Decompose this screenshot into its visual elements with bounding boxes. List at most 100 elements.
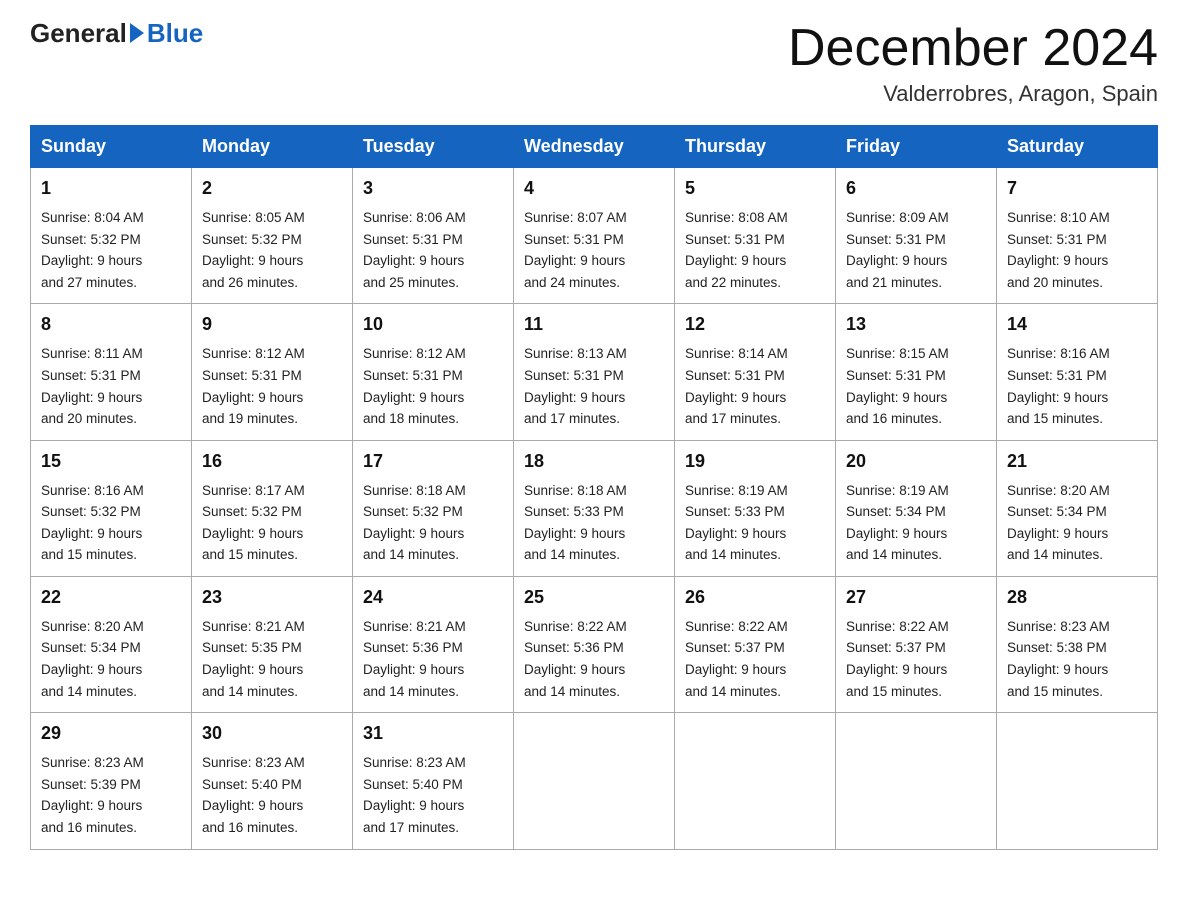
- day-number: 24: [363, 584, 503, 612]
- day-info: Sunrise: 8:23 AMSunset: 5:38 PMDaylight:…: [1007, 616, 1147, 702]
- day-of-week-header: Friday: [836, 126, 997, 168]
- day-cell: 13Sunrise: 8:15 AMSunset: 5:31 PMDayligh…: [836, 304, 997, 440]
- empty-cell: [997, 713, 1158, 849]
- logo: General Blue: [30, 20, 203, 46]
- day-cell: 17 Sunrise: 8:18 AMSunset: 5:32 PMDayligh…: [353, 440, 514, 576]
- day-info: Sunrise: 8:18 AMSunset: 5:32 PMDaylight:…: [363, 480, 503, 566]
- day-cell: 27 Sunrise: 8:22 AMSunset: 5:37 PMDayligh…: [836, 576, 997, 712]
- day-info: Sunrise: 8:23 AMSunset: 5:40 PMDaylight:…: [202, 752, 342, 838]
- day-cell: 11 Sunrise: 8:13 AMSunset: 5:31 PMDayligh…: [514, 304, 675, 440]
- day-info: Sunrise: 8:21 AMSunset: 5:35 PMDaylight:…: [202, 616, 342, 702]
- day-cell: 23 Sunrise: 8:21 AMSunset: 5:35 PMDayligh…: [192, 576, 353, 712]
- day-of-week-header: Monday: [192, 126, 353, 168]
- day-cell: 21 Sunrise: 8:20 AMSunset: 5:34 PMDayligh…: [997, 440, 1158, 576]
- day-number: 8: [41, 311, 181, 339]
- location-subtitle: Valderrobres, Aragon, Spain: [788, 81, 1158, 107]
- day-info: Sunrise: 8:06 AMSunset: 5:31 PMDaylight:…: [363, 207, 503, 293]
- day-number: 22: [41, 584, 181, 612]
- day-cell: 3 Sunrise: 8:06 AMSunset: 5:31 PMDaylight…: [353, 168, 514, 304]
- empty-cell: [514, 713, 675, 849]
- day-info: Sunrise: 8:11 AMSunset: 5:31 PMDaylight:…: [41, 343, 181, 429]
- day-cell: 20 Sunrise: 8:19 AMSunset: 5:34 PMDayligh…: [836, 440, 997, 576]
- logo-triangle-icon: [130, 23, 144, 43]
- day-number: 14: [1007, 311, 1147, 339]
- day-cell: 10 Sunrise: 8:12 AMSunset: 5:31 PMDayligh…: [353, 304, 514, 440]
- day-info: Sunrise: 8:08 AMSunset: 5:31 PMDaylight:…: [685, 207, 825, 293]
- day-cell: 29 Sunrise: 8:23 AMSunset: 5:39 PMDayligh…: [31, 713, 192, 849]
- day-info: Sunrise: 8:18 AMSunset: 5:33 PMDaylight:…: [524, 480, 664, 566]
- day-number: 2: [202, 175, 342, 203]
- day-number: 12: [685, 311, 825, 339]
- day-cell: 16Sunrise: 8:17 AMSunset: 5:32 PMDayligh…: [192, 440, 353, 576]
- day-number: 28: [1007, 584, 1147, 612]
- day-number: 11: [524, 311, 664, 339]
- day-cell: 24 Sunrise: 8:21 AMSunset: 5:36 PMDayligh…: [353, 576, 514, 712]
- week-row: 8 Sunrise: 8:11 AMSunset: 5:31 PMDaylight…: [31, 304, 1158, 440]
- day-number: 10: [363, 311, 503, 339]
- week-row: 1 Sunrise: 8:04 AMSunset: 5:32 PMDaylight…: [31, 168, 1158, 304]
- day-cell: 28 Sunrise: 8:23 AMSunset: 5:38 PMDayligh…: [997, 576, 1158, 712]
- empty-cell: [836, 713, 997, 849]
- day-cell: 30 Sunrise: 8:23 AMSunset: 5:40 PMDayligh…: [192, 713, 353, 849]
- day-cell: 22 Sunrise: 8:20 AMSunset: 5:34 PMDayligh…: [31, 576, 192, 712]
- day-info: Sunrise: 8:05 AMSunset: 5:32 PMDaylight:…: [202, 207, 342, 293]
- logo-general-text: General: [30, 20, 127, 46]
- day-cell: 18 Sunrise: 8:18 AMSunset: 5:33 PMDayligh…: [514, 440, 675, 576]
- day-number: 27: [846, 584, 986, 612]
- day-info: Sunrise: 8:23 AMSunset: 5:39 PMDaylight:…: [41, 752, 181, 838]
- day-info: Sunrise: 8:22 AMSunset: 5:37 PMDaylight:…: [685, 616, 825, 702]
- day-number: 6: [846, 175, 986, 203]
- day-number: 13: [846, 311, 986, 339]
- day-info: Sunrise: 8:19 AMSunset: 5:33 PMDaylight:…: [685, 480, 825, 566]
- day-info: Sunrise: 8:20 AMSunset: 5:34 PMDaylight:…: [1007, 480, 1147, 566]
- day-cell: 2 Sunrise: 8:05 AMSunset: 5:32 PMDaylight…: [192, 168, 353, 304]
- day-cell: 8 Sunrise: 8:11 AMSunset: 5:31 PMDaylight…: [31, 304, 192, 440]
- day-info: Sunrise: 8:10 AMSunset: 5:31 PMDaylight:…: [1007, 207, 1147, 293]
- day-number: 31: [363, 720, 503, 748]
- day-info: Sunrise: 8:04 AMSunset: 5:32 PMDaylight:…: [41, 207, 181, 293]
- day-info: Sunrise: 8:21 AMSunset: 5:36 PMDaylight:…: [363, 616, 503, 702]
- day-cell: 25Sunrise: 8:22 AMSunset: 5:36 PMDayligh…: [514, 576, 675, 712]
- day-number: 20: [846, 448, 986, 476]
- week-row: 22 Sunrise: 8:20 AMSunset: 5:34 PMDayligh…: [31, 576, 1158, 712]
- calendar-table: SundayMondayTuesdayWednesdayThursdayFrid…: [30, 125, 1158, 849]
- day-number: 21: [1007, 448, 1147, 476]
- day-cell: 15 Sunrise: 8:16 AMSunset: 5:32 PMDayligh…: [31, 440, 192, 576]
- day-of-week-header: Sunday: [31, 126, 192, 168]
- day-number: 18: [524, 448, 664, 476]
- day-cell: 26 Sunrise: 8:22 AMSunset: 5:37 PMDayligh…: [675, 576, 836, 712]
- day-number: 23: [202, 584, 342, 612]
- day-number: 25: [524, 584, 664, 612]
- day-info: Sunrise: 8:20 AMSunset: 5:34 PMDaylight:…: [41, 616, 181, 702]
- day-cell: 12 Sunrise: 8:14 AMSunset: 5:31 PMDayligh…: [675, 304, 836, 440]
- day-number: 26: [685, 584, 825, 612]
- day-info: Sunrise: 8:13 AMSunset: 5:31 PMDaylight:…: [524, 343, 664, 429]
- day-info: Sunrise: 8:16 AMSunset: 5:32 PMDaylight:…: [41, 480, 181, 566]
- week-row: 29 Sunrise: 8:23 AMSunset: 5:39 PMDayligh…: [31, 713, 1158, 849]
- day-info: Sunrise: 8:14 AMSunset: 5:31 PMDaylight:…: [685, 343, 825, 429]
- day-cell: 9Sunrise: 8:12 AMSunset: 5:31 PMDaylight…: [192, 304, 353, 440]
- day-cell: 4Sunrise: 8:07 AMSunset: 5:31 PMDaylight…: [514, 168, 675, 304]
- day-cell: 19 Sunrise: 8:19 AMSunset: 5:33 PMDayligh…: [675, 440, 836, 576]
- calendar-body: 1 Sunrise: 8:04 AMSunset: 5:32 PMDaylight…: [31, 168, 1158, 849]
- day-number: 5: [685, 175, 825, 203]
- day-info: Sunrise: 8:22 AMSunset: 5:37 PMDaylight:…: [846, 616, 986, 702]
- day-info: Sunrise: 8:19 AMSunset: 5:34 PMDaylight:…: [846, 480, 986, 566]
- days-of-week-row: SundayMondayTuesdayWednesdayThursdayFrid…: [31, 126, 1158, 168]
- day-number: 30: [202, 720, 342, 748]
- calendar-header: SundayMondayTuesdayWednesdayThursdayFrid…: [31, 126, 1158, 168]
- day-cell: 6Sunrise: 8:09 AMSunset: 5:31 PMDaylight…: [836, 168, 997, 304]
- title-area: December 2024 Valderrobres, Aragon, Spai…: [788, 20, 1158, 107]
- day-number: 3: [363, 175, 503, 203]
- day-number: 15: [41, 448, 181, 476]
- empty-cell: [675, 713, 836, 849]
- day-number: 4: [524, 175, 664, 203]
- day-info: Sunrise: 8:12 AMSunset: 5:31 PMDaylight:…: [202, 343, 342, 429]
- day-number: 1: [41, 175, 181, 203]
- day-number: 19: [685, 448, 825, 476]
- day-number: 29: [41, 720, 181, 748]
- day-number: 17: [363, 448, 503, 476]
- day-of-week-header: Thursday: [675, 126, 836, 168]
- day-number: 16: [202, 448, 342, 476]
- day-info: Sunrise: 8:12 AMSunset: 5:31 PMDaylight:…: [363, 343, 503, 429]
